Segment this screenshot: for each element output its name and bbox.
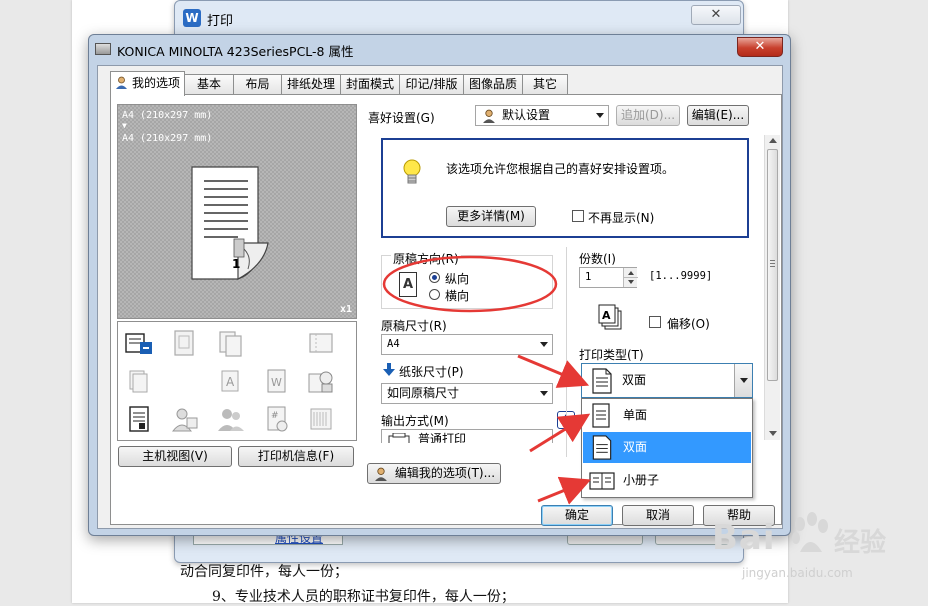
watermark-brand: Bai <box>712 518 776 558</box>
user-icon <box>115 76 127 89</box>
watermark-url: jingyan.baidu.com <box>742 566 853 580</box>
arrow-to-simplex <box>529 413 591 453</box>
watermark-brand-cn: 经验 <box>834 528 887 558</box>
tab-label: 我的选项 <box>131 76 180 90</box>
baidu-watermark: Bai 经验 jingyan.baidu.com <box>712 500 912 600</box>
arrow-to-booklet <box>537 476 592 505</box>
tab-my-options[interactable]: 我的选项 <box>110 71 185 96</box>
arrow-to-print-type <box>517 354 590 388</box>
paw-icon <box>792 512 828 552</box>
ok-button[interactable]: 确定 <box>541 505 613 526</box>
cancel-button[interactable]: 取消 <box>622 505 694 526</box>
